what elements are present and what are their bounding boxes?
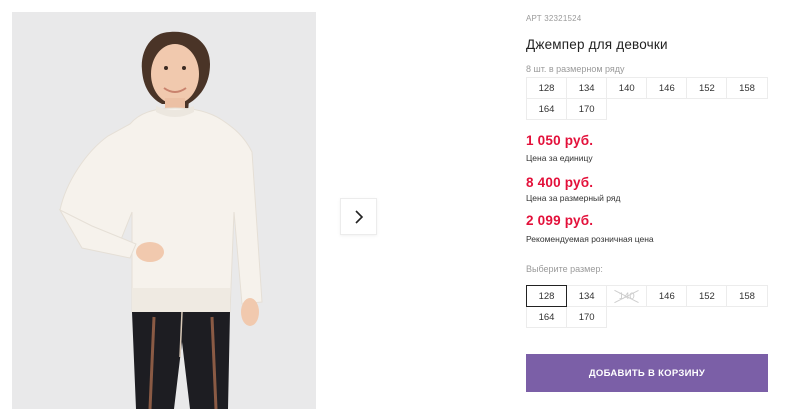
size-row-item: 164 [526,98,568,120]
size-row-item: 146 [646,77,688,99]
unit-price: 1 050 руб. [526,133,594,148]
size-row-list: 128 134 140 146 152 158 164 170 [526,77,773,120]
size-row-item: 134 [566,77,608,99]
size-option-146[interactable]: 146 [646,285,688,307]
size-row-item: 158 [726,77,768,99]
size-picker: 128 134 140 146 152 158 164 170 [526,285,773,328]
retail-price-label: Рекомендуемая розничная цена [526,234,654,244]
size-row-item: 140 [606,77,648,99]
size-option-140-unavailable: 140 [606,285,648,307]
size-row-price: 8 400 руб. [526,175,594,190]
add-to-cart-button[interactable]: ДОБАВИТЬ В КОРЗИНУ [526,354,768,392]
product-photo [12,12,316,409]
size-option-164[interactable]: 164 [526,306,568,328]
size-picker-label: Выберите размер: [526,264,603,274]
retail-price: 2 099 руб. [526,213,594,228]
chevron-right-icon [354,209,363,224]
size-option-152[interactable]: 152 [686,285,728,307]
size-row-item: 170 [566,98,608,120]
size-row-note: 8 шт. в размерном ряду [526,64,625,74]
size-row-item: 152 [686,77,728,99]
size-row-price-label: Цена за размерный ряд [526,193,621,203]
article-number: АРТ 32321524 [526,14,582,23]
unit-price-label: Цена за единицу [526,153,593,163]
next-image-button[interactable] [340,198,377,235]
product-title: Джемпер для девочки [526,37,668,52]
size-option-128[interactable]: 128 [526,285,568,307]
product-photo-illustration [12,12,316,409]
size-option-134[interactable]: 134 [566,285,608,307]
size-option-170[interactable]: 170 [566,306,608,328]
size-row-item: 128 [526,77,568,99]
size-option-158[interactable]: 158 [726,285,768,307]
